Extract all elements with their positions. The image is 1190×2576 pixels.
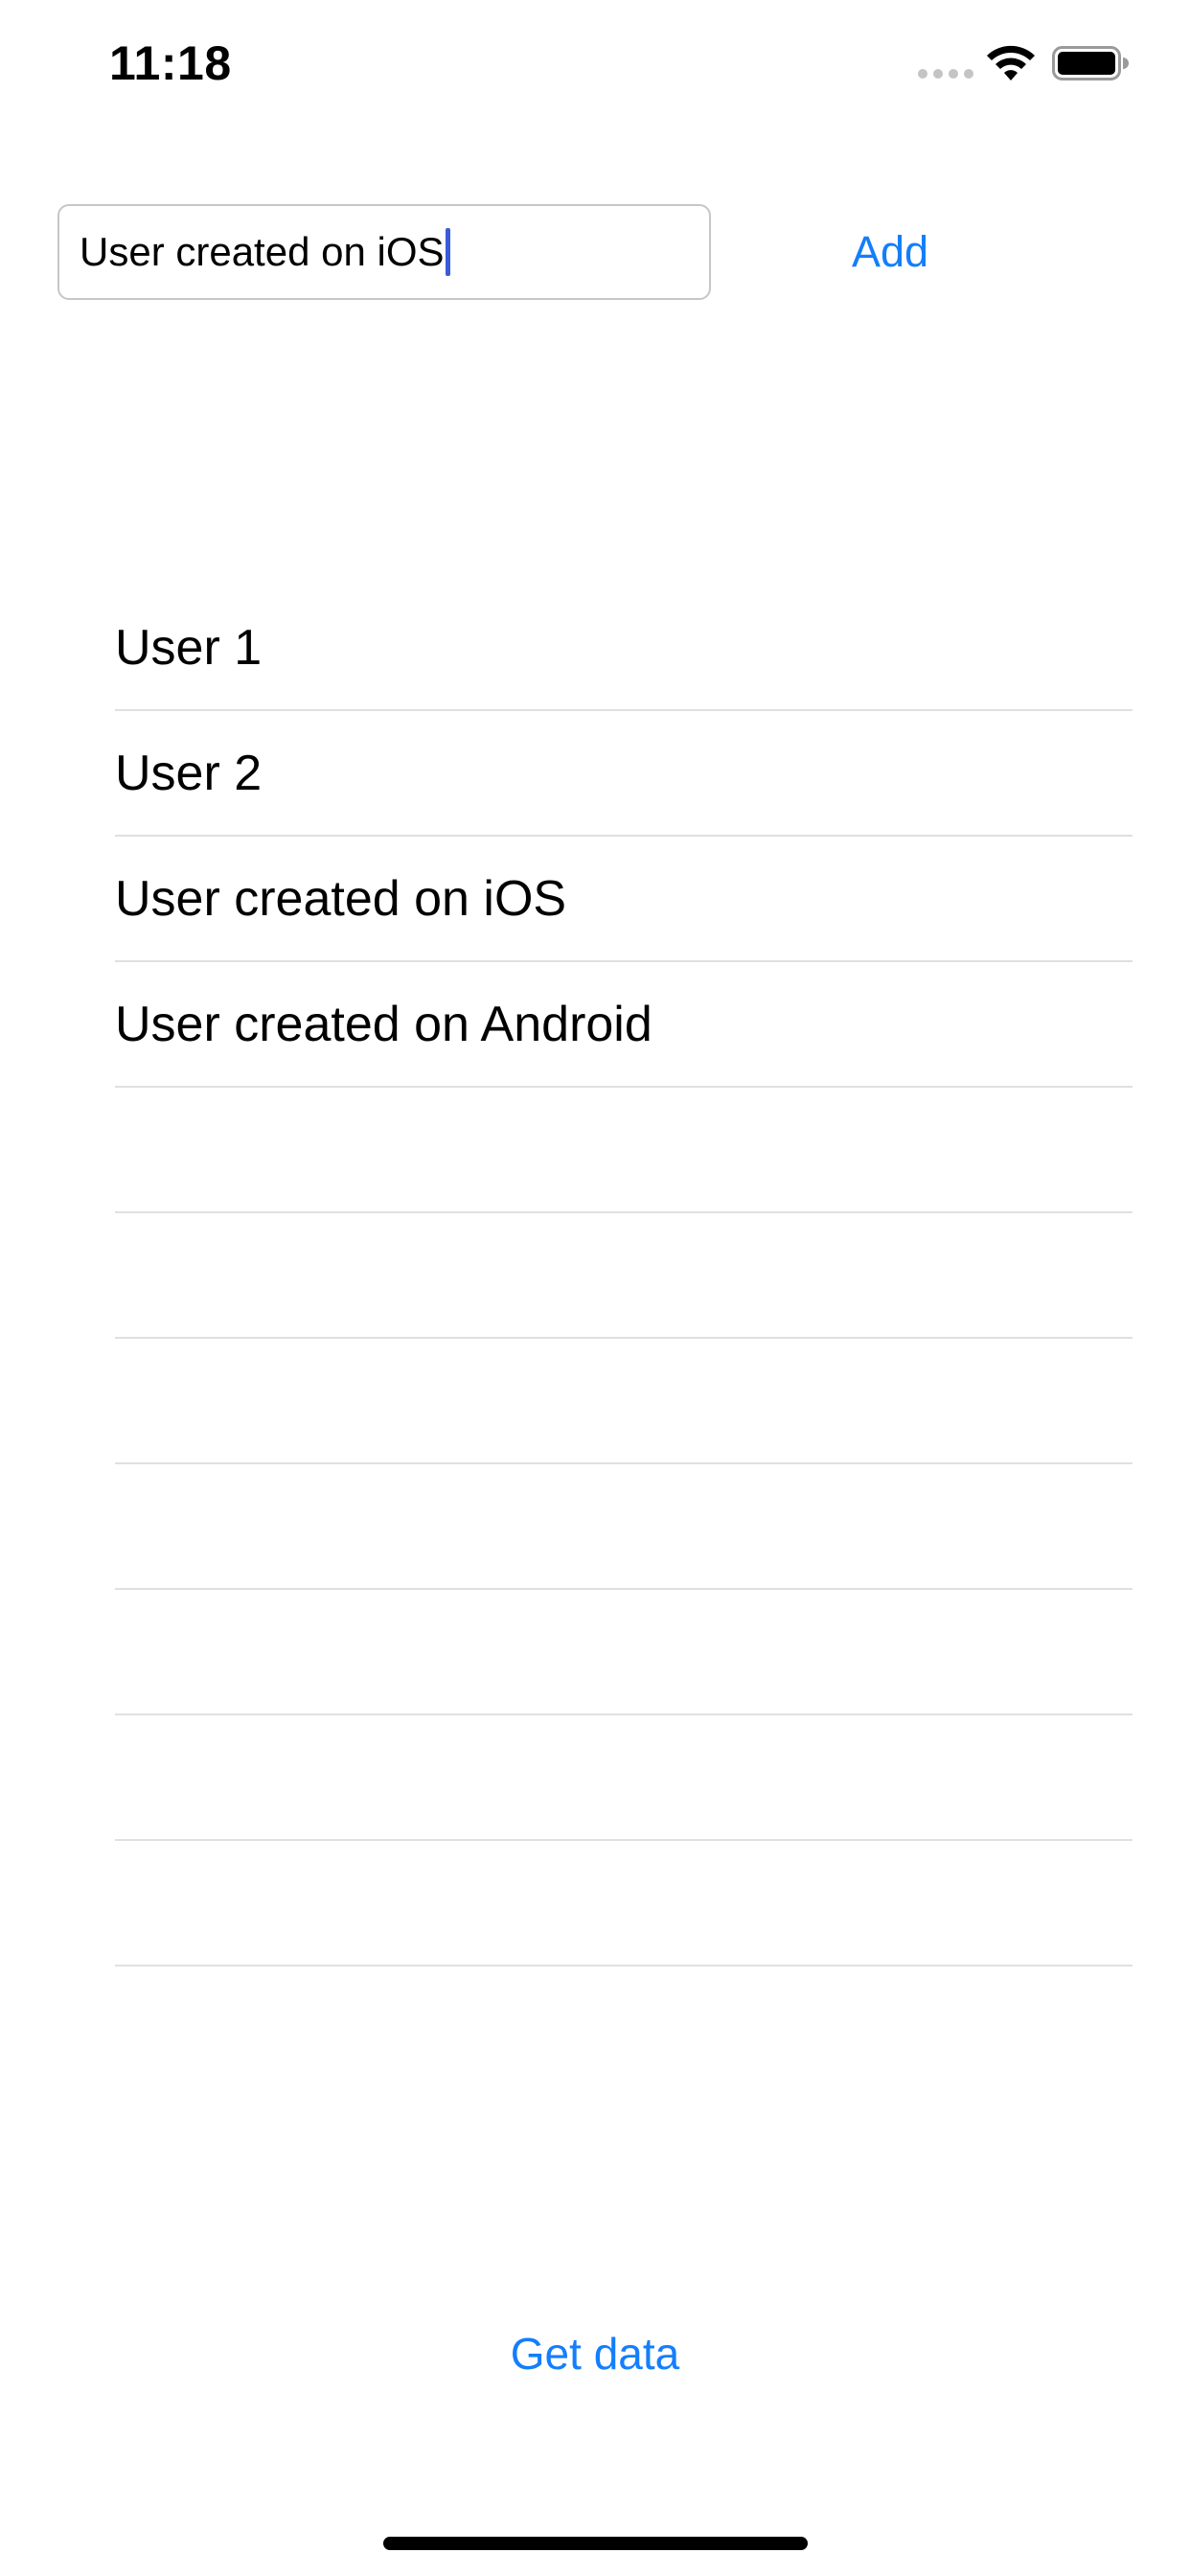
add-button[interactable]: Add [820, 218, 960, 286]
list-item-label: User 2 [115, 746, 263, 801]
list-item[interactable] [115, 1088, 1133, 1213]
user-name-input[interactable]: User created on iOS [57, 204, 711, 300]
user-list: User 1 User 2 User created on iOS User c… [115, 586, 1133, 1966]
status-bar: 11:18 [0, 0, 1190, 126]
list-item-label: User created on iOS [115, 871, 567, 927]
list-item[interactable]: User 1 [115, 586, 1133, 711]
text-caret [445, 228, 450, 276]
list-item-label: User 1 [115, 620, 263, 676]
list-item[interactable] [115, 1213, 1133, 1339]
user-name-input-value: User created on iOS [80, 229, 445, 274]
status-time: 11:18 [109, 36, 232, 90]
list-item[interactable] [115, 1715, 1133, 1841]
list-item[interactable]: User created on iOS [115, 837, 1133, 962]
home-indicator[interactable] [383, 2537, 808, 2550]
list-item[interactable] [115, 1841, 1133, 1966]
list-item[interactable] [115, 1339, 1133, 1464]
wifi-icon [987, 45, 1035, 80]
list-item[interactable] [115, 1590, 1133, 1715]
list-item[interactable]: User created on Android [115, 962, 1133, 1088]
get-data-button[interactable]: Get data [479, 2317, 711, 2390]
signal-dots-icon [918, 69, 973, 79]
list-item[interactable] [115, 1464, 1133, 1590]
list-item[interactable]: User 2 [115, 711, 1133, 837]
list-item-label: User created on Android [115, 997, 652, 1052]
battery-icon [1052, 46, 1129, 80]
